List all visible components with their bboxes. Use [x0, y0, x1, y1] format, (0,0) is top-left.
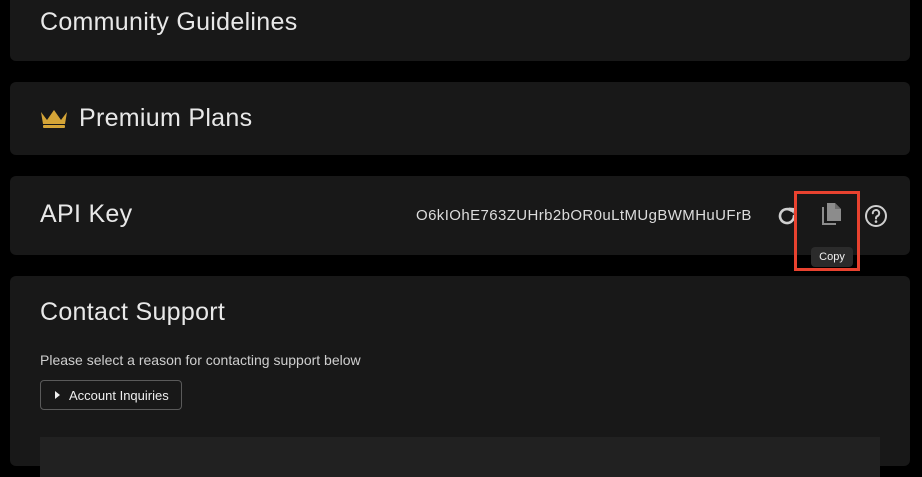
account-inquiries-button[interactable]: Account Inquiries: [40, 380, 182, 410]
api-key-title: API Key: [40, 200, 133, 228]
help-circle-icon[interactable]: [864, 204, 888, 228]
support-panel: [40, 437, 880, 477]
api-key-value[interactable]: O6kIOhE763ZUHrb2bOR0uLtMUgBWMHuUFrB: [416, 207, 752, 224]
crown-icon: [41, 110, 67, 128]
premium-plans-card[interactable]: Premium Plans: [10, 82, 910, 155]
caret-right-icon: [55, 391, 60, 399]
community-guidelines-card[interactable]: Community Guidelines: [10, 0, 910, 61]
contact-support-card: Contact Support Please select a reason f…: [10, 276, 910, 477]
account-inquiries-label: Account Inquiries: [69, 388, 169, 403]
support-description: Please select a reason for contacting su…: [40, 352, 361, 368]
community-guidelines-title: Community Guidelines: [40, 8, 298, 36]
api-key-card: API Key O6kIOhE763ZUHrb2bOR0uLtMUgBWMHuU…: [10, 176, 910, 255]
premium-plans-title: Premium Plans: [79, 104, 253, 132]
copy-highlight-box: [794, 191, 860, 271]
contact-support-title: Contact Support: [40, 298, 226, 326]
